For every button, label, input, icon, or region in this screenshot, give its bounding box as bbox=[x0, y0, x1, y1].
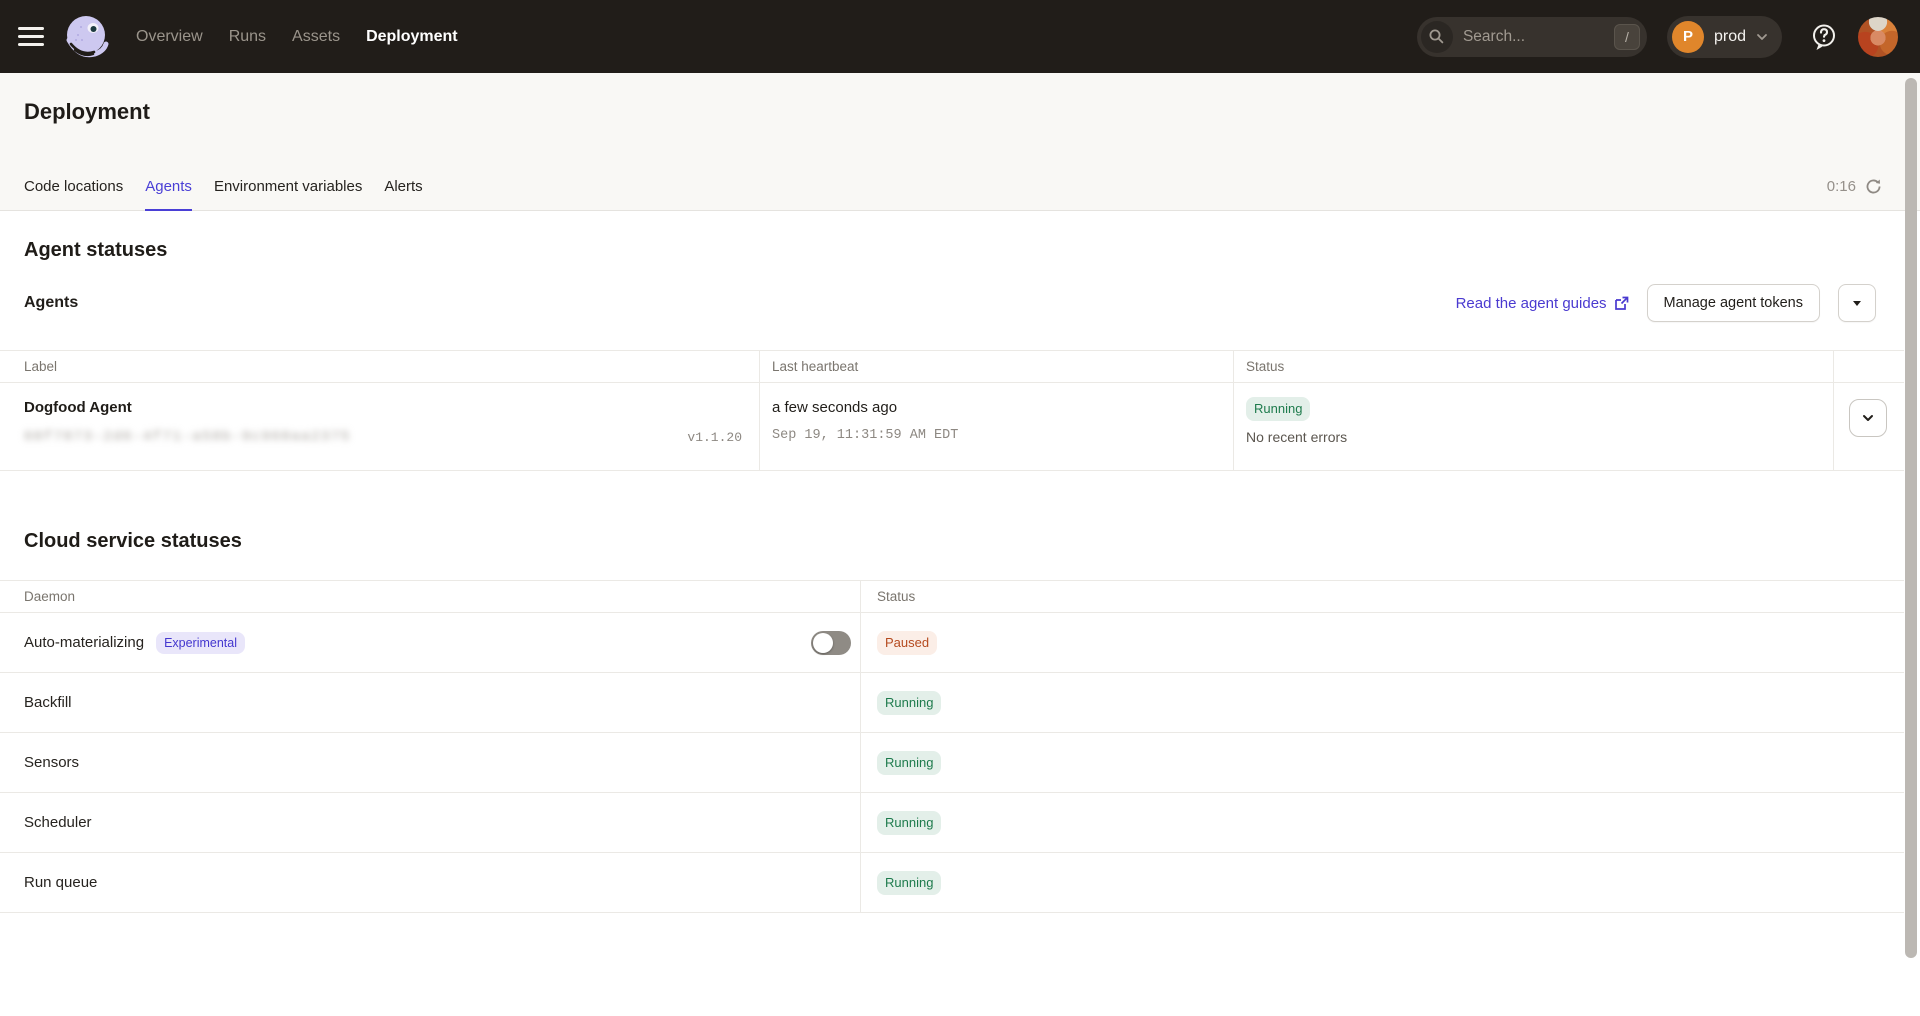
daemon-name: Run queue bbox=[24, 874, 97, 891]
agent-errors-text: No recent errors bbox=[1246, 429, 1347, 445]
caret-down-icon bbox=[1851, 297, 1863, 309]
refresh-countdown: 0:16 bbox=[1827, 178, 1856, 195]
cloud-table-header: Daemon Status bbox=[0, 580, 1904, 613]
agent-actions-cell bbox=[1834, 383, 1904, 470]
help-button[interactable] bbox=[1808, 21, 1840, 53]
column-header-label: Label bbox=[0, 351, 760, 382]
nav-right-controls: Search... / P prod bbox=[1417, 16, 1898, 58]
daemon-name: Auto-materializing bbox=[24, 634, 144, 651]
daemon-row-run-queue: Run queue Running bbox=[0, 853, 1904, 913]
agent-status-badge: Running bbox=[1246, 397, 1310, 421]
status-badge-running: Running bbox=[877, 871, 941, 895]
daemon-status-cell: Running bbox=[861, 733, 1904, 792]
search-shortcut-key: / bbox=[1614, 24, 1640, 50]
token-options-button[interactable] bbox=[1838, 284, 1876, 322]
tab-bar: Code locations Agents Environment variab… bbox=[24, 178, 423, 211]
agent-expand-button[interactable] bbox=[1849, 399, 1887, 437]
daemon-status-cell: Running bbox=[861, 853, 1904, 912]
scrollbar-thumb[interactable] bbox=[1905, 78, 1917, 958]
cloud-services-table: Daemon Status Auto-materializing Experim… bbox=[0, 580, 1904, 913]
nav-item-assets[interactable]: Assets bbox=[292, 28, 340, 46]
daemon-cell: Auto-materializing Experimental bbox=[0, 613, 861, 672]
main-content: Agent statuses Agents Read the agent gui… bbox=[0, 239, 1920, 913]
daemon-row-sensors: Sensors Running bbox=[0, 733, 1904, 793]
daemon-cell: Run queue bbox=[0, 853, 861, 912]
heartbeat-timestamp: Sep 19, 11:31:59 AM EDT bbox=[772, 428, 958, 443]
tab-environment-variables[interactable]: Environment variables bbox=[214, 178, 362, 211]
search-placeholder: Search... bbox=[1463, 28, 1525, 46]
menu-button[interactable] bbox=[18, 22, 48, 52]
external-link-icon bbox=[1614, 296, 1629, 311]
agents-subtitle: Agents bbox=[24, 294, 78, 312]
tab-alerts[interactable]: Alerts bbox=[384, 178, 422, 211]
daemon-cell: Backfill bbox=[0, 673, 861, 732]
agent-heartbeat-cell: a few seconds ago Sep 19, 11:31:59 AM ED… bbox=[760, 383, 1234, 470]
agent-name: Dogfood Agent bbox=[24, 399, 132, 416]
column-header-last-heartbeat: Last heartbeat bbox=[760, 351, 1234, 382]
column-header-daemon: Daemon bbox=[0, 581, 861, 612]
org-name: prod bbox=[1714, 28, 1746, 46]
page-header: Deployment Code locations Agents Environ… bbox=[0, 73, 1920, 211]
top-nav: Overview Runs Assets Deployment Search..… bbox=[0, 0, 1920, 73]
search-input[interactable]: Search... / bbox=[1417, 17, 1647, 57]
daemon-row-scheduler: Scheduler Running bbox=[0, 793, 1904, 853]
dagster-logo-icon[interactable] bbox=[62, 13, 110, 61]
heartbeat-relative: a few seconds ago bbox=[772, 399, 897, 416]
nav-item-deployment[interactable]: Deployment bbox=[366, 28, 458, 46]
tab-agents[interactable]: Agents bbox=[145, 178, 192, 211]
section-title-cloud-services: Cloud service statuses bbox=[24, 530, 1896, 553]
status-badge-paused: Paused bbox=[877, 631, 937, 655]
manage-agent-tokens-button[interactable]: Manage agent tokens bbox=[1647, 284, 1820, 322]
agents-table: Label Last heartbeat Status Dogfood Agen… bbox=[0, 350, 1904, 471]
agent-row: Dogfood Agent 60f7873-2d6-4f71-a58b-9c96… bbox=[0, 383, 1904, 471]
nav-item-runs[interactable]: Runs bbox=[229, 28, 266, 46]
agent-label-cell: Dogfood Agent 60f7873-2d6-4f71-a58b-9c96… bbox=[0, 383, 760, 470]
status-badge-running: Running bbox=[877, 811, 941, 835]
daemon-cell: Scheduler bbox=[0, 793, 861, 852]
primary-nav: Overview Runs Assets Deployment bbox=[136, 28, 458, 46]
agent-guides-link[interactable]: Read the agent guides bbox=[1456, 295, 1629, 312]
daemon-row-auto-materializing: Auto-materializing Experimental Paused bbox=[0, 613, 1904, 673]
agent-status-cell: Running No recent errors bbox=[1234, 383, 1834, 470]
column-header-status: Status bbox=[1234, 351, 1834, 382]
daemon-status-cell: Running bbox=[861, 793, 1904, 852]
daemon-status-cell: Running bbox=[861, 673, 1904, 732]
search-icon bbox=[1421, 21, 1453, 53]
daemon-name: Scheduler bbox=[24, 814, 92, 831]
agents-toolbar-actions: Read the agent guides Manage agent token… bbox=[1456, 284, 1876, 322]
agent-version: v1.1.20 bbox=[687, 430, 742, 445]
refresh-button[interactable] bbox=[1865, 178, 1882, 195]
auto-materializing-toggle[interactable] bbox=[811, 631, 851, 655]
agents-table-header: Label Last heartbeat Status bbox=[0, 350, 1904, 383]
nav-item-overview[interactable]: Overview bbox=[136, 28, 203, 46]
status-badge-running: Running bbox=[877, 691, 941, 715]
agent-guides-link-label: Read the agent guides bbox=[1456, 295, 1607, 312]
refresh-icon bbox=[1865, 178, 1882, 195]
page-title: Deployment bbox=[24, 99, 150, 125]
tab-code-locations[interactable]: Code locations bbox=[24, 178, 123, 211]
daemon-cell: Sensors bbox=[0, 733, 861, 792]
column-header-status: Status bbox=[861, 589, 1904, 604]
chevron-down-icon bbox=[1860, 410, 1876, 426]
daemon-row-backfill: Backfill Running bbox=[0, 673, 1904, 733]
agents-toolbar: Agents Read the agent guides Manage agen… bbox=[0, 283, 1920, 323]
org-switcher[interactable]: P prod bbox=[1667, 16, 1782, 58]
status-badge-running: Running bbox=[877, 751, 941, 775]
section-title-agent-statuses: Agent statuses bbox=[24, 239, 1896, 262]
chevron-down-icon bbox=[1755, 30, 1769, 44]
toggle-knob bbox=[813, 633, 833, 653]
org-avatar: P bbox=[1672, 21, 1704, 53]
agent-id-redacted: 60f7873-2d6-4f71-a58b-9c960aa2375 bbox=[24, 429, 351, 445]
daemon-name: Sensors bbox=[24, 754, 79, 771]
refresh-indicator: 0:16 bbox=[1827, 178, 1882, 195]
experimental-badge: Experimental bbox=[156, 632, 245, 654]
daemon-status-cell: Paused bbox=[861, 613, 1904, 672]
daemon-name: Backfill bbox=[24, 694, 72, 711]
question-circle-icon bbox=[1808, 21, 1840, 53]
user-avatar[interactable] bbox=[1858, 17, 1898, 57]
